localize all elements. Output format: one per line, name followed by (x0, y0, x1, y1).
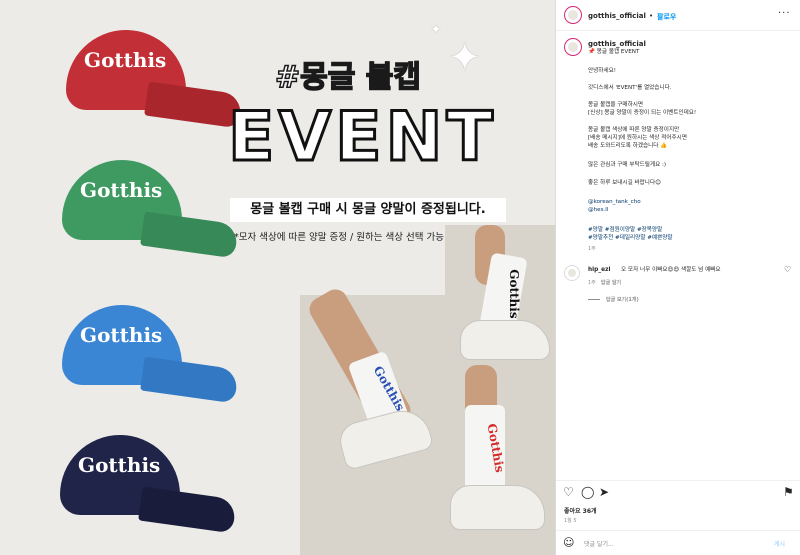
comment-input[interactable] (584, 538, 754, 550)
caption-time: 1주 (588, 246, 596, 252)
emoji-icon[interactable]: ☺ (563, 536, 574, 549)
cap-logo: Gotthis (80, 178, 163, 202)
more-icon[interactable]: ··· (778, 8, 791, 19)
heart-icon[interactable]: ♡ (563, 485, 574, 499)
caption-line: 많은 관심과 구매 부탁드릴게요 :) (588, 162, 667, 168)
heart-icon[interactable]: ♡ (784, 265, 791, 274)
caption-line: 안녕하세요! (588, 68, 616, 74)
event-title: EVENT (227, 97, 497, 179)
view-replies-button[interactable]: 답글 보기(1개) (606, 296, 639, 303)
sparkle-icon: ✦ (430, 22, 442, 38)
caption-line: 갓디스에서 'EVENT'를 열었습니다. (588, 85, 672, 91)
bookmark-icon[interactable]: ⚑ (783, 485, 794, 499)
event-note: *모자 색상에 따른 양말 증정 / 원하는 색상 선택 가능 (234, 232, 444, 243)
follow-button[interactable]: 팔로우 (657, 12, 676, 22)
sneaker (450, 485, 545, 530)
comment-time: 1주 (588, 280, 596, 286)
likes-count[interactable]: 좋아요 36개 (564, 506, 597, 515)
commenter-avatar[interactable] (564, 265, 580, 281)
hash-title: #몽글 볼캡 (274, 59, 421, 96)
caption-line: [신상] 몽글 양말이 증정이 되는 이벤트인데요! (588, 110, 697, 116)
caption-line: 몽글 볼캡을 구매하시면 (588, 102, 644, 108)
sneaker (460, 320, 550, 360)
caption-line: 몽글 볼캡 색상에 따른 양말 증정이지만 (588, 127, 680, 133)
cap-logo: Gotthis (80, 323, 163, 347)
caption-line: [배송 메시지]에 원하시는 색상 적어주시면 (588, 135, 687, 141)
sneaker (335, 404, 435, 471)
mention-link[interactable]: @hes.ll (588, 207, 608, 213)
comment-form: ☺ 게시 (556, 530, 800, 555)
sock-photo-left: Gotthis (300, 285, 460, 555)
post-side-panel: gotthis_official • 팔로우 ··· gotthis_offic… (555, 0, 800, 555)
mention-link[interactable]: @korean_tank_cho (588, 199, 641, 205)
post-time: 1월 5 (564, 518, 577, 524)
caption-avatar[interactable] (564, 38, 582, 56)
post-header: gotthis_official • 팔로우 ··· (556, 0, 800, 31)
hashtag-links[interactable]: #양말추천 #데일리양말 #예쁜양말 (588, 233, 673, 241)
cap-logo: Gotthis (84, 48, 167, 72)
caption-subtitle: 📌 몽글 볼캡 EVENT (588, 49, 640, 55)
reply-button[interactable]: 답글 달기 (601, 279, 621, 286)
sock: Gotthis (465, 405, 507, 495)
cap-logo: Gotthis (78, 453, 161, 477)
post-comment-button[interactable]: 게시 (774, 539, 785, 548)
caption-username[interactable]: gotthis_official (588, 40, 646, 48)
comment-icon[interactable]: ◯ (581, 485, 594, 499)
sock-photo-bottom-right: Gotthis (445, 365, 555, 555)
comment-text: 오 모자 너무 이뻐요😍😍 색깔도 넘 예뻐요 (621, 267, 721, 273)
caption-line: 좋은 하루 보내시길 바랍니다😊 (588, 180, 661, 186)
replies-divider (588, 299, 600, 300)
instagram-post-dialog: Gotthis Gotthis Gotthis Gotthis ✦ ✦ #몽글 … (0, 0, 800, 555)
sparkle-icon: ✦ (448, 35, 482, 81)
separator-dot: • (649, 12, 654, 20)
avatar[interactable] (564, 6, 582, 24)
caption-line: 배송 도와드리도록 하겠습니다 👍 (588, 143, 668, 149)
comment-username[interactable]: hip_ezi (588, 267, 610, 273)
share-icon[interactable]: ➤ (599, 485, 609, 499)
hashtag-links[interactable]: #양말 #점원이양말 #장목양말 (588, 225, 662, 233)
post-image[interactable]: Gotthis Gotthis Gotthis Gotthis ✦ ✦ #몽글 … (0, 0, 555, 555)
header-username[interactable]: gotthis_official (588, 12, 646, 20)
event-banner: 몽글 볼캡 구매 시 몽글 양말이 증정됩니다. (230, 198, 506, 222)
sock-photo-top-right: Gotthis (445, 225, 555, 370)
